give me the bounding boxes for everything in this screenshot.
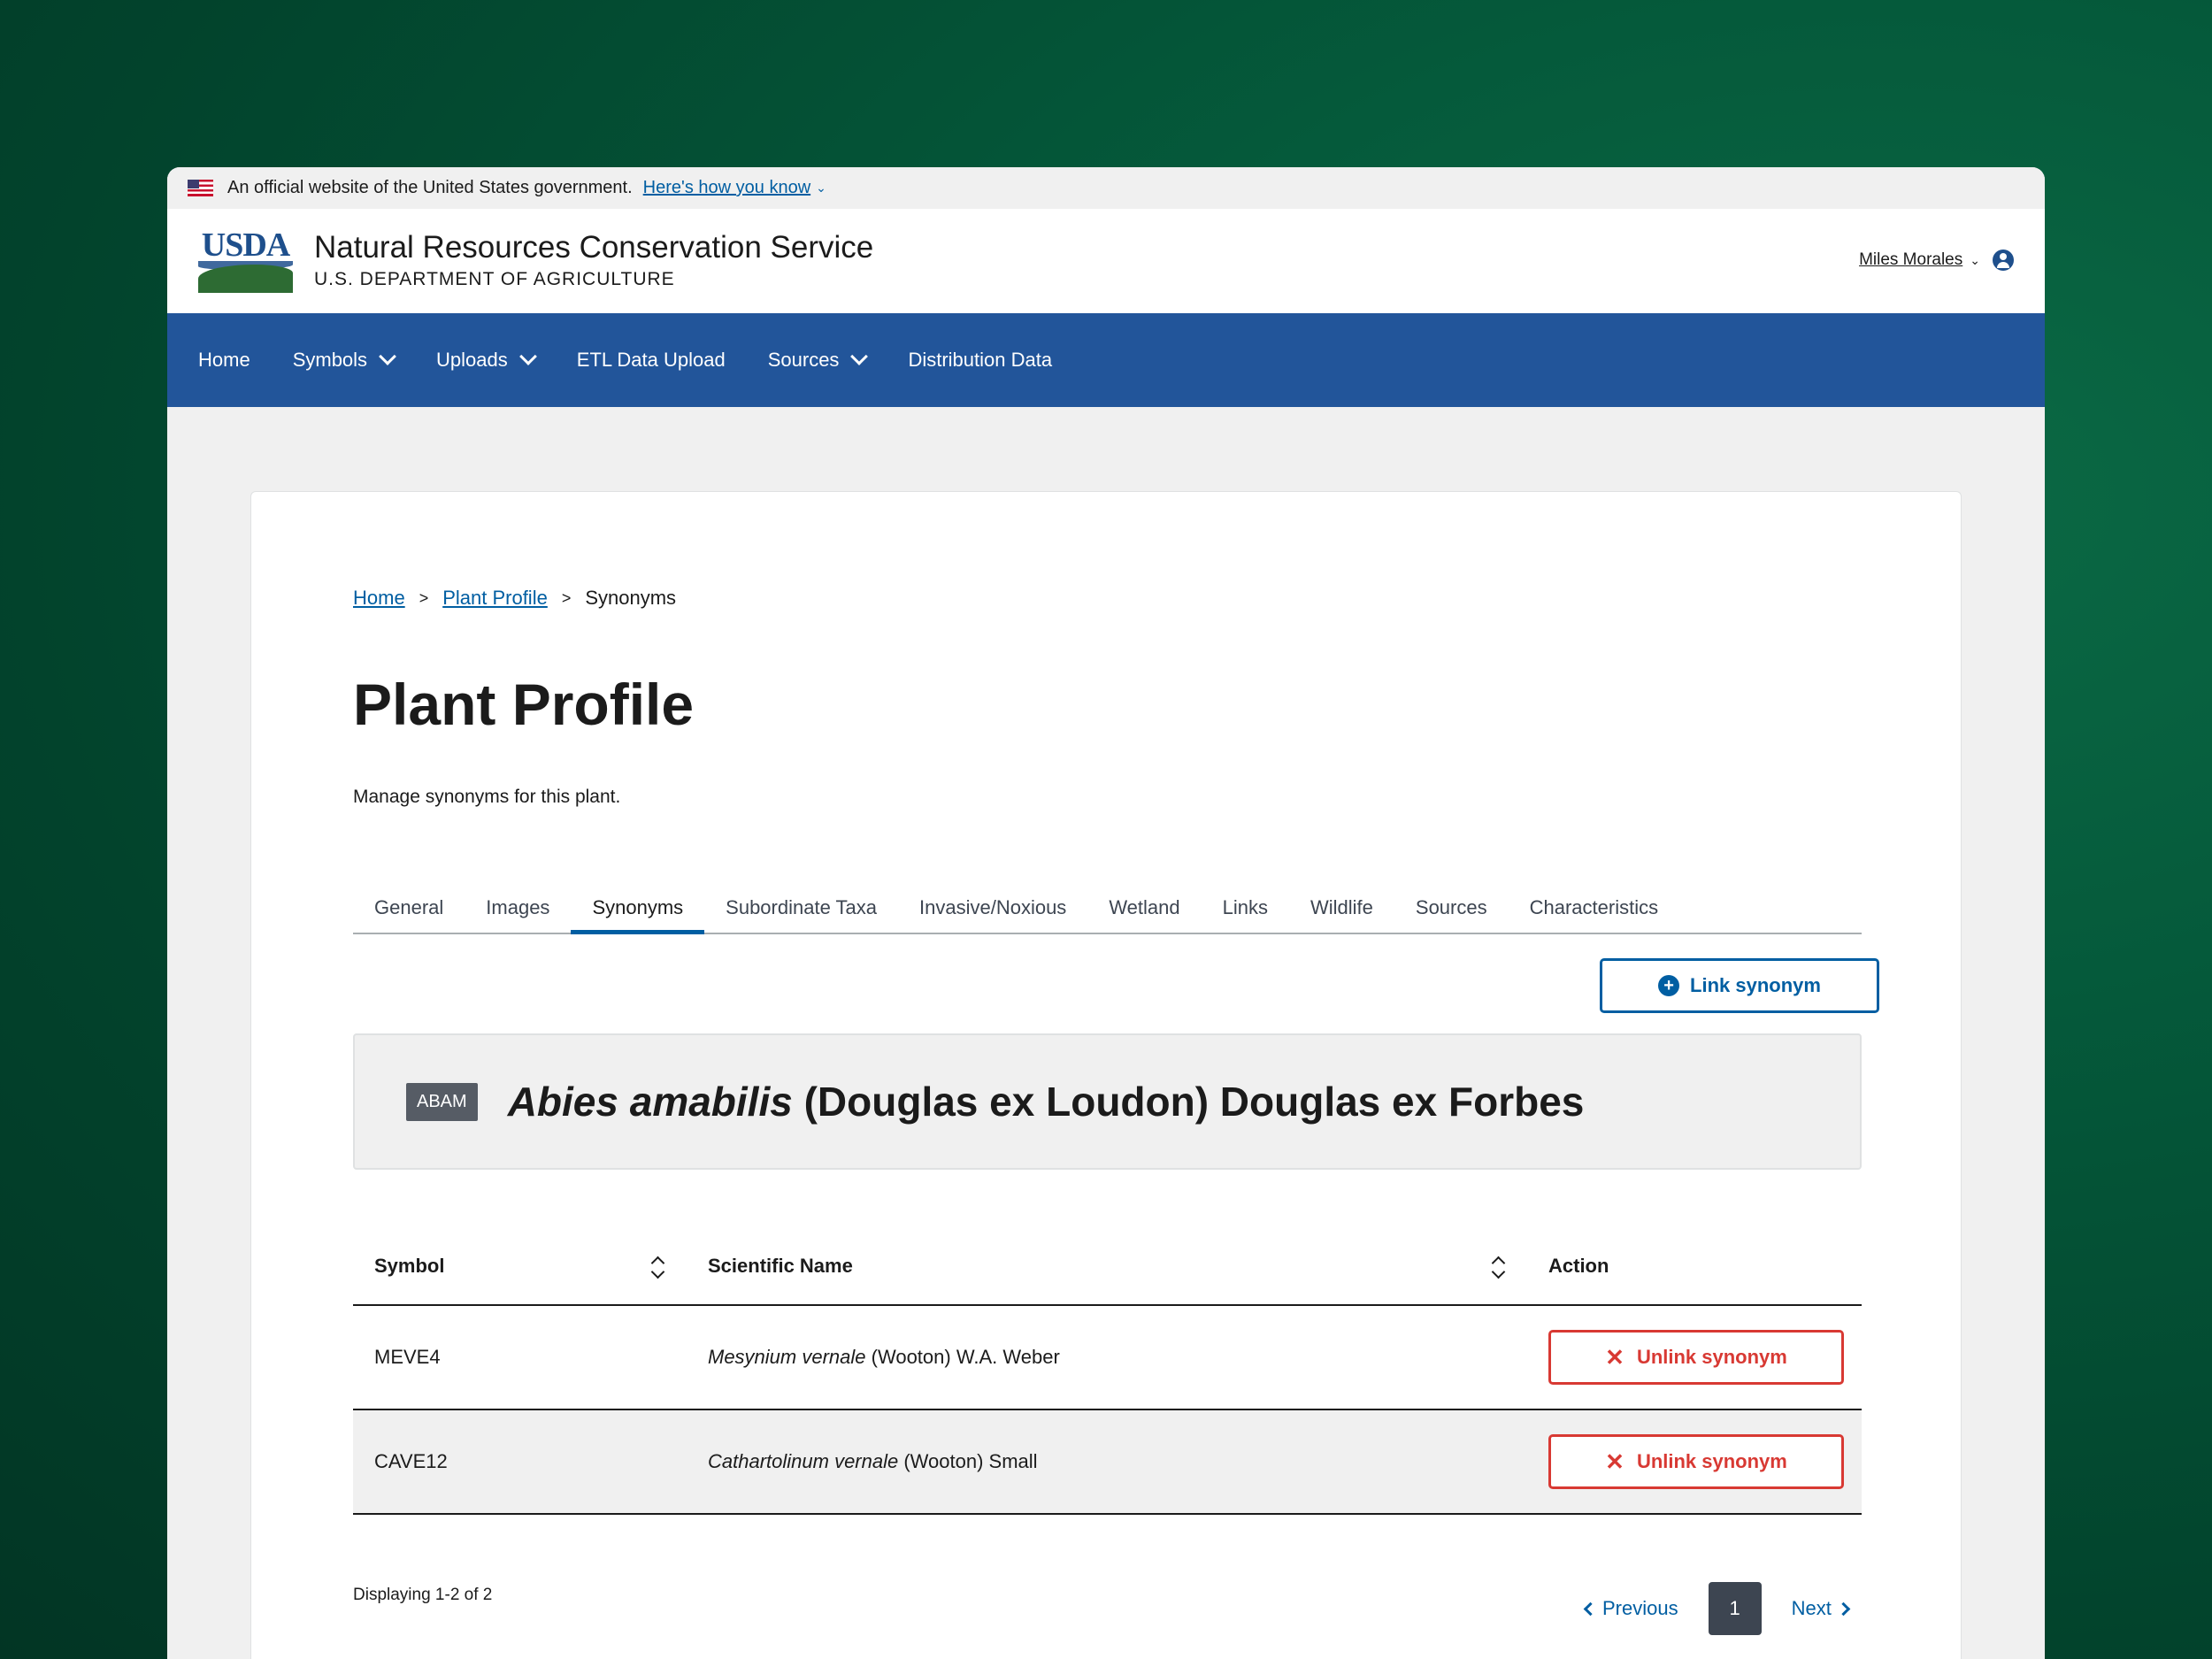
nav-uploads[interactable]: Uploads [436, 348, 537, 372]
heres-how-you-know-link[interactable]: Here's how you know [643, 178, 810, 198]
link-synonym-label: Link synonym [1690, 974, 1821, 996]
plant-authority: (Douglas ex Loudon) Douglas ex Forbes [803, 1079, 1585, 1125]
chevron-left-icon [1583, 1601, 1598, 1616]
plant-summary: ABAM Abies amabilis (Douglas ex Loudon) … [353, 1033, 1862, 1170]
user-name[interactable]: Miles Morales [1859, 250, 1962, 270]
nav-sources[interactable]: Sources [768, 348, 869, 372]
tab-images[interactable]: Images [465, 890, 571, 934]
usda-logo-text: USDA [201, 227, 290, 264]
cell-action: ✕ Unlink synonym [1527, 1330, 1862, 1385]
gov-banner-text: An official website of the United States… [227, 178, 633, 197]
us-flag-icon [188, 180, 213, 196]
content-card: Home > Plant Profile > Synonyms Plant Pr… [250, 491, 1962, 1659]
department-name: U.S. DEPARTMENT OF AGRICULTURE [314, 269, 675, 290]
tab-wildlife[interactable]: Wildlife [1289, 890, 1394, 934]
site-header: USDA Natural Resources Conservation Serv… [167, 209, 2045, 313]
plus-circle-icon: + [1658, 975, 1680, 996]
column-header-symbol[interactable]: Symbol [353, 1228, 687, 1304]
sort-icon[interactable] [1490, 1255, 1506, 1279]
next-page-button[interactable]: Next [1792, 1597, 1851, 1620]
cell-scientific-name: Mesynium vernale (Wooton) W.A. Weber [708, 1346, 1060, 1368]
nav-etl-data-upload[interactable]: ETL Data Upload [577, 349, 726, 372]
profile-tabs: General Images Synonyms Subordinate Taxa… [353, 890, 1862, 934]
tab-sources[interactable]: Sources [1394, 890, 1509, 934]
column-header-action: Action [1548, 1255, 1609, 1277]
results-count: Displaying 1-2 of 2 [353, 1586, 493, 1604]
table-header: Symbol Scientific Name Action [353, 1228, 1862, 1306]
chevron-down-icon [850, 348, 869, 365]
main-nav: Home Symbols Uploads ETL Data Upload Sou… [167, 313, 2045, 407]
page-number-current[interactable]: 1 [1708, 1582, 1762, 1635]
agency-name: Natural Resources Conservation Service [314, 229, 874, 265]
nav-home[interactable]: Home [198, 349, 250, 372]
chevron-down-icon: ⌄ [1970, 252, 1980, 267]
close-icon: ✕ [1605, 1448, 1624, 1475]
chevron-right-icon: > [419, 588, 429, 607]
page-title: Plant Profile [353, 672, 695, 737]
pagination: Previous 1 Next [1583, 1582, 1851, 1635]
usda-logo[interactable]: USDA [198, 227, 293, 293]
table-row: MEVE4 Mesynium vernale (Wooton) W.A. Web… [353, 1306, 1862, 1410]
previous-page-button[interactable]: Previous [1583, 1597, 1678, 1620]
column-header-scientific-name[interactable]: Scientific Name [687, 1228, 1527, 1304]
chevron-down-icon: ⌄ [816, 180, 826, 195]
close-icon: ✕ [1605, 1344, 1624, 1371]
chevron-right-icon: > [561, 588, 572, 607]
agency-title-block: Natural Resources Conservation Service U… [314, 229, 874, 291]
page-description: Manage synonyms for this plant. [353, 787, 621, 807]
table-row: CAVE12 Cathartolinum vernale (Wooton) Sm… [353, 1410, 1862, 1515]
gov-banner: An official website of the United States… [167, 167, 2045, 209]
synonyms-table: Symbol Scientific Name Action MEVE4 Mesy… [353, 1228, 1862, 1515]
chevron-right-icon [1836, 1601, 1851, 1616]
user-menu[interactable]: Miles Morales ⌄ [1859, 250, 2014, 271]
breadcrumb: Home > Plant Profile > Synonyms [353, 587, 676, 610]
breadcrumb-plant-profile[interactable]: Plant Profile [442, 587, 548, 610]
tab-invasive-noxious[interactable]: Invasive/Noxious [898, 890, 1087, 934]
unlink-synonym-button[interactable]: ✕ Unlink synonym [1548, 1434, 1844, 1489]
sort-icon[interactable] [649, 1255, 665, 1279]
cell-scientific-name: Cathartolinum vernale (Wooton) Small [708, 1450, 1038, 1472]
breadcrumb-current: Synonyms [585, 587, 677, 609]
cell-action: ✕ Unlink synonym [1527, 1434, 1862, 1489]
cell-symbol: CAVE12 [374, 1450, 448, 1472]
tab-subordinate-taxa[interactable]: Subordinate Taxa [704, 890, 898, 934]
breadcrumb-home[interactable]: Home [353, 587, 405, 610]
link-synonym-button[interactable]: + Link synonym [1600, 958, 1879, 1013]
browser-window: An official website of the United States… [167, 167, 2045, 1659]
cell-symbol: MEVE4 [374, 1346, 441, 1368]
chevron-down-icon [379, 348, 396, 365]
plant-scientific-name: Abies amabilis (Douglas ex Loudon) Dougl… [508, 1078, 1585, 1125]
tab-synonyms[interactable]: Synonyms [571, 890, 705, 934]
plant-symbol-tag: ABAM [406, 1082, 478, 1121]
plant-genus-species: Abies amabilis [507, 1079, 793, 1125]
tab-general[interactable]: General [353, 890, 465, 934]
nav-distribution-data[interactable]: Distribution Data [908, 349, 1052, 372]
unlink-synonym-button[interactable]: ✕ Unlink synonym [1548, 1330, 1844, 1385]
chevron-down-icon [518, 348, 537, 365]
tab-characteristics[interactable]: Characteristics [1509, 890, 1679, 934]
tab-links[interactable]: Links [1202, 890, 1289, 934]
nav-symbols[interactable]: Symbols [293, 348, 396, 372]
tab-wetland[interactable]: Wetland [1087, 890, 1201, 934]
user-account-icon[interactable] [1993, 250, 2014, 271]
